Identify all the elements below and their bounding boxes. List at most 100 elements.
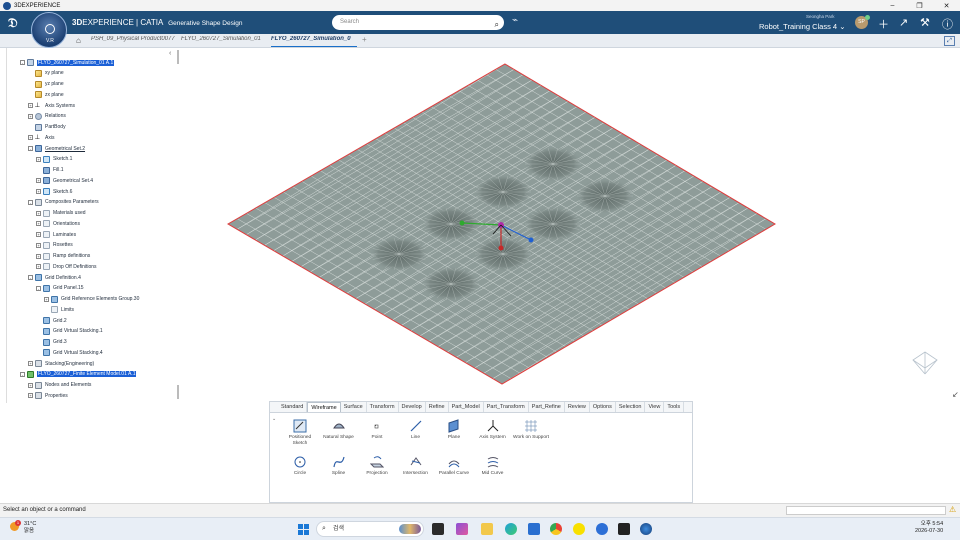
tree-node[interactable]: + Stacking(Engineering) — [28, 359, 94, 368]
tree-expand-toggle[interactable]: + — [28, 103, 33, 108]
tree-expand-toggle[interactable]: + — [44, 296, 49, 302]
action-bar-collapse-icon[interactable]: ⌄ — [272, 416, 276, 422]
tree-node[interactable]: - Grid Panel.15 — [36, 284, 84, 293]
tree-expand-toggle[interactable]: + — [28, 135, 33, 141]
parallel-curve-command[interactable]: Parallel Curve — [436, 455, 472, 477]
mid-curve-command[interactable]: Mid Curve — [475, 455, 511, 477]
tree-node[interactable]: + Nodes and Elements — [28, 381, 91, 390]
close-button[interactable]: ✕ — [933, 0, 960, 11]
notes-icon[interactable] — [618, 523, 630, 535]
point-command[interactable]: · Point — [359, 419, 395, 441]
natural-shape-command[interactable]: Natural Shape — [321, 419, 357, 441]
tree-expand-toggle[interactable]: - — [20, 371, 25, 377]
tree-expand-toggle[interactable]: - — [28, 199, 33, 205]
new-tab-icon[interactable]: + — [362, 35, 367, 44]
action-tab-view[interactable]: View — [645, 402, 665, 412]
tree-node[interactable]: - FLYO_260727_Finite Element Model.01 A.1 — [20, 370, 137, 379]
system-clock[interactable]: 오후 5:54 2026-07-30 — [915, 521, 943, 535]
collab-space-selector[interactable]: Robot_Training Class 4 ⌄ — [759, 22, 846, 31]
tree-expand-toggle[interactable]: + — [36, 189, 41, 194]
share-icon[interactable]: ↗ — [899, 16, 908, 29]
action-tab-surface[interactable]: Surface — [341, 402, 367, 412]
tree-expand-toggle[interactable]: + — [28, 393, 33, 399]
3dexperience-taskbar-icon[interactable] — [640, 523, 652, 535]
tree-node[interactable]: + ⟂ Axis — [28, 133, 54, 142]
help-icon[interactable]: ⓘ — [942, 16, 953, 32]
circle-command[interactable]: Circle — [282, 455, 318, 477]
tree-expand-toggle[interactable]: + — [36, 253, 41, 259]
tree-expand-toggle[interactable]: + — [36, 242, 41, 248]
tree-expand-toggle[interactable]: + — [36, 210, 41, 216]
ds-logo-icon[interactable]: 𝔇 — [8, 15, 24, 30]
tree-node[interactable]: + Relations — [28, 112, 66, 121]
tab-psh-physical-product[interactable]: PSH_09_Physical Product0077 — [91, 36, 176, 47]
tree-node[interactable]: + Properties — [28, 391, 68, 400]
action-tab-transform[interactable]: Transform — [367, 402, 399, 412]
work-on-support-command[interactable]: Work on Support — [513, 419, 549, 441]
tree-scrollbar-top[interactable] — [177, 50, 179, 64]
tree-node[interactable]: + Orientations — [36, 219, 80, 228]
minimize-button[interactable]: – — [879, 0, 906, 11]
tree-node[interactable]: + ⟂ Axis Systems — [28, 101, 75, 110]
kakaotalk-icon[interactable] — [573, 523, 585, 535]
action-tab-standard[interactable]: Standard — [278, 402, 308, 412]
action-tab-options[interactable]: Options — [590, 402, 616, 412]
task-view-icon[interactable] — [432, 523, 444, 535]
axis-system-command[interactable]: Axis System — [475, 419, 511, 441]
apps-icon[interactable]: ⚒ — [920, 16, 930, 29]
tree-node[interactable]: Grid Virtual Stacking.4 — [36, 348, 103, 357]
taskbar-search-input[interactable]: ⌕ 검색 — [316, 521, 424, 537]
tree-expand-toggle[interactable]: - — [20, 60, 25, 65]
action-tab-refine[interactable]: Refine — [426, 402, 449, 412]
edge-browser-icon[interactable] — [505, 523, 517, 535]
line-command[interactable]: Line — [398, 419, 434, 441]
tree-expand-toggle[interactable]: + — [28, 382, 33, 388]
intersection-command[interactable]: Intersection — [398, 455, 434, 477]
spline-command[interactable]: Spline — [321, 455, 357, 477]
tree-expand-toggle[interactable]: - — [36, 285, 41, 291]
tree-node[interactable]: Grid.2 — [36, 316, 67, 325]
tree-node[interactable]: + Rosettes — [36, 241, 73, 250]
action-tab-develop[interactable]: Develop — [399, 402, 426, 412]
command-input[interactable] — [786, 506, 946, 515]
search-icon[interactable]: ⌕ — [495, 17, 499, 32]
tree-node[interactable]: - Grid Definition.4 — [28, 273, 81, 282]
tree-node[interactable]: + Sketch.6 — [36, 187, 72, 196]
tree-node[interactable]: + Geometrical Set.4 — [36, 176, 93, 185]
tree-node[interactable]: zx plane — [28, 90, 64, 99]
tree-node[interactable]: + Sketch.1 — [36, 155, 72, 164]
tree-node[interactable]: Fill.1 — [36, 166, 64, 175]
action-tab-part-refine[interactable]: Part_Refine — [529, 402, 565, 412]
tree-expand-toggle[interactable]: + — [28, 361, 33, 366]
tree-node[interactable]: Grid Virtual Stacking.1 — [36, 327, 103, 336]
windows-start-icon[interactable] — [298, 524, 309, 535]
zoom-icon[interactable] — [596, 523, 608, 535]
expand-icon[interactable]: ⤢ — [944, 36, 955, 46]
store-icon[interactable] — [528, 523, 540, 535]
tree-expand-toggle[interactable]: + — [36, 264, 41, 270]
tree-expand-toggle[interactable]: + — [36, 221, 41, 227]
avatar[interactable]: SP — [855, 15, 870, 29]
add-icon[interactable]: ＋ — [878, 16, 889, 32]
action-tab-selection[interactable]: Selection — [616, 402, 646, 412]
collapse-tree-icon[interactable]: ‹ — [169, 50, 171, 57]
compass-button[interactable]: V.R — [31, 12, 67, 48]
panel-arrow-icon[interactable]: ↙ — [952, 390, 959, 399]
tree-expand-toggle[interactable]: - — [28, 146, 33, 151]
tree-node[interactable]: yz plane — [28, 80, 64, 89]
action-tab-review[interactable]: Review — [565, 402, 590, 412]
tree-node[interactable]: PartBody — [28, 123, 66, 132]
tree-expand-toggle[interactable]: - — [28, 275, 33, 280]
file-explorer-icon[interactable] — [481, 523, 493, 535]
maximize-button[interactable]: ❐ — [906, 0, 933, 11]
tree-expand-toggle[interactable]: + — [36, 232, 41, 237]
app-icon-1[interactable] — [456, 523, 468, 535]
tree-node[interactable]: Limits — [44, 305, 74, 314]
tree-node[interactable]: - Geometrical Set.2 — [28, 144, 85, 153]
action-tab-part-transform[interactable]: Part_Transform — [484, 402, 529, 412]
tag-icon[interactable]: ⌁ — [512, 15, 518, 26]
tree-node[interactable]: + Drop Off Definitions — [36, 262, 97, 271]
action-tab-wireframe[interactable]: Wireframe — [307, 402, 341, 412]
tree-node[interactable]: Grid.3 — [36, 338, 67, 347]
tree-scrollbar-bottom[interactable] — [177, 385, 179, 399]
